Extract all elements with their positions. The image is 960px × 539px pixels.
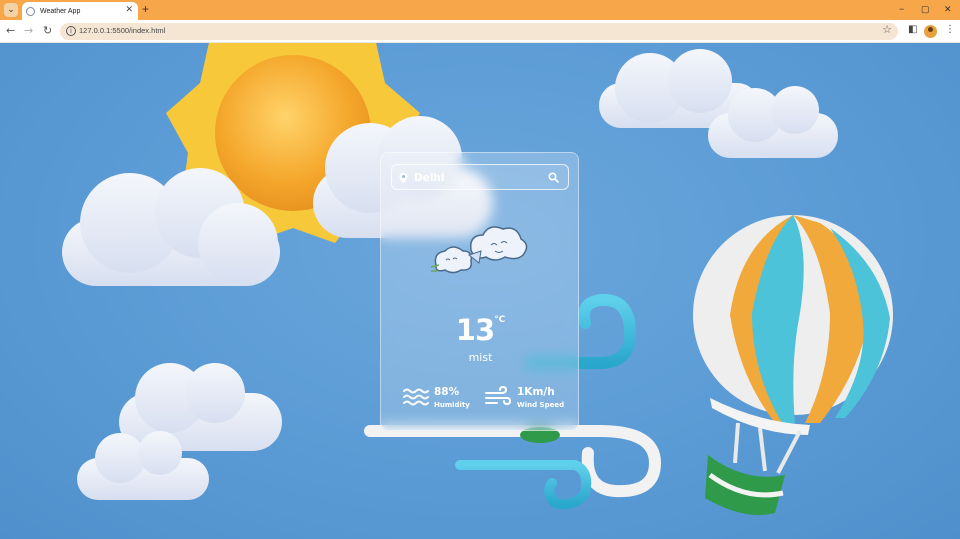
temperature-display: 13°C bbox=[381, 313, 580, 347]
new-tab-button[interactable]: + bbox=[142, 2, 149, 16]
wind-icon bbox=[485, 386, 511, 406]
browser-toolbar: ← → ↻ i 127.0.0.1:5500/index.html ☆ ◧ ⋮ bbox=[0, 20, 960, 43]
tab-title: Weather App bbox=[40, 7, 81, 15]
tab-weather-app[interactable]: Weather App ✕ bbox=[22, 2, 138, 20]
map-pin-icon bbox=[399, 172, 408, 184]
waves-icon bbox=[403, 388, 429, 406]
cloud-bottom-left bbox=[119, 363, 282, 451]
weather-card: 13°C mist 88% Humidity 1Km/h Wind Speed bbox=[380, 152, 579, 431]
close-window-button[interactable]: ✕ bbox=[944, 4, 952, 15]
hot-air-balloon bbox=[693, 215, 893, 516]
humidity-value: 88% bbox=[434, 386, 460, 398]
temperature-value: 13 bbox=[455, 313, 495, 347]
temperature-unit: °C bbox=[494, 315, 506, 325]
forward-button[interactable]: → bbox=[24, 24, 33, 37]
menu-kebab-icon[interactable]: ⋮ bbox=[945, 24, 955, 35]
humidity-label: Humidity bbox=[434, 401, 470, 409]
bookmark-star-icon[interactable]: ☆ bbox=[882, 23, 892, 36]
profile-avatar[interactable] bbox=[924, 25, 937, 38]
restore-button[interactable]: ▢ bbox=[921, 4, 930, 15]
minimize-button[interactable]: − bbox=[899, 4, 904, 14]
tab-bar: ⌄ Weather App ✕ + − ▢ ✕ bbox=[0, 0, 960, 20]
weather-condition: mist bbox=[468, 351, 493, 364]
close-tab-icon[interactable]: ✕ bbox=[125, 5, 133, 15]
wind-speed-label: Wind Speed bbox=[517, 401, 565, 409]
back-button[interactable]: ← bbox=[6, 24, 15, 37]
city-search-box[interactable] bbox=[391, 164, 569, 190]
tab-search-button[interactable]: ⌄ bbox=[4, 3, 18, 17]
search-icon[interactable] bbox=[548, 172, 559, 183]
reload-button[interactable]: ↻ bbox=[43, 24, 52, 37]
side-panel-icon[interactable]: ◧ bbox=[908, 24, 917, 35]
wind-cloud-icon bbox=[431, 226, 528, 274]
wind-speed-value: 1Km/h bbox=[517, 386, 555, 398]
globe-icon bbox=[26, 6, 35, 16]
city-input[interactable] bbox=[414, 171, 544, 185]
url-text: 127.0.0.1:5500/index.html bbox=[79, 26, 166, 35]
site-info-icon[interactable]: i bbox=[66, 26, 76, 36]
weather-background-scene: 13°C mist 88% Humidity 1Km/h Wind Speed bbox=[0, 43, 960, 539]
address-bar[interactable]: i 127.0.0.1:5500/index.html ☆ bbox=[60, 23, 898, 40]
